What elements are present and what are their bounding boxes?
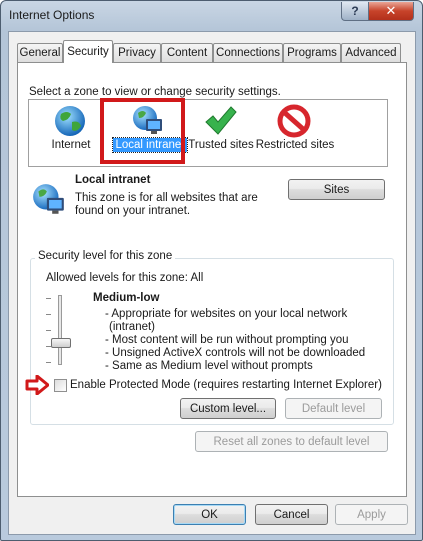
- checkmark-icon: [205, 106, 237, 135]
- zone-label: Internet: [51, 139, 91, 151]
- help-button[interactable]: ?: [341, 2, 369, 21]
- highlight-frame: [100, 98, 185, 164]
- ok-button[interactable]: OK: [173, 504, 246, 525]
- security-level-group-title: Security level for this zone: [35, 250, 176, 262]
- red-arrow-icon: [25, 375, 49, 395]
- close-button[interactable]: ✕: [368, 2, 414, 21]
- default-level-button[interactable]: Default level: [285, 398, 382, 419]
- slider-tick: [46, 330, 51, 331]
- selected-zone-description: found on your intranet.: [75, 205, 191, 217]
- tab-programs[interactable]: Programs: [283, 43, 341, 62]
- zone-list: Internet Local intranet Trusted sites Re…: [28, 99, 388, 167]
- level-description-line: - Same as Medium level without prompts: [105, 360, 313, 372]
- allowed-levels-label: Allowed levels for this zone: All: [46, 272, 204, 284]
- tab-security[interactable]: Security: [63, 40, 113, 63]
- title-bar: Internet Options ? ✕: [1, 1, 422, 31]
- reset-all-zones-button[interactable]: Reset all zones to default level: [195, 431, 388, 452]
- slider-tick: [46, 298, 51, 299]
- sites-button[interactable]: Sites: [288, 179, 385, 200]
- intranet-icon: [33, 184, 64, 214]
- tab-privacy[interactable]: Privacy: [113, 43, 161, 62]
- prohibited-icon: [277, 104, 311, 138]
- slider-tick: [46, 362, 51, 363]
- tab-content[interactable]: Content: [161, 43, 213, 62]
- level-description-line: - Unsigned ActiveX controls will not be …: [105, 347, 366, 359]
- apply-button[interactable]: Apply: [335, 504, 408, 525]
- selected-zone-title: Local intranet: [75, 174, 151, 186]
- protected-mode-checkbox[interactable]: [54, 379, 67, 392]
- globe-icon: [55, 106, 85, 136]
- security-level-slider-thumb[interactable]: [51, 338, 71, 348]
- custom-level-button[interactable]: Custom level...: [180, 398, 276, 419]
- level-description-line: - Appropriate for websites on your local…: [105, 308, 348, 320]
- level-description-line: - Most content will be run without promp…: [105, 334, 349, 346]
- window-title: Internet Options: [9, 8, 95, 22]
- zone-label: Trusted sites: [188, 139, 254, 151]
- level-description-line: (intranet): [109, 321, 156, 333]
- cancel-button[interactable]: Cancel: [255, 504, 328, 525]
- slider-tick: [46, 314, 51, 315]
- protected-mode-label: Enable Protected Mode (requires restarti…: [70, 379, 382, 391]
- zone-trusted-sites[interactable]: Trusted sites: [181, 100, 261, 196]
- security-level-name: Medium-low: [93, 292, 160, 304]
- tab-general[interactable]: General: [17, 43, 63, 62]
- tab-advanced[interactable]: Advanced: [341, 43, 401, 62]
- tab-connections[interactable]: Connections: [213, 43, 283, 62]
- selected-zone-description: This zone is for all websites that are: [75, 192, 258, 204]
- security-level-slider-track[interactable]: [58, 295, 62, 365]
- zone-prompt: Select a zone to view or change security…: [29, 86, 281, 98]
- zone-label: Restricted sites: [255, 139, 335, 151]
